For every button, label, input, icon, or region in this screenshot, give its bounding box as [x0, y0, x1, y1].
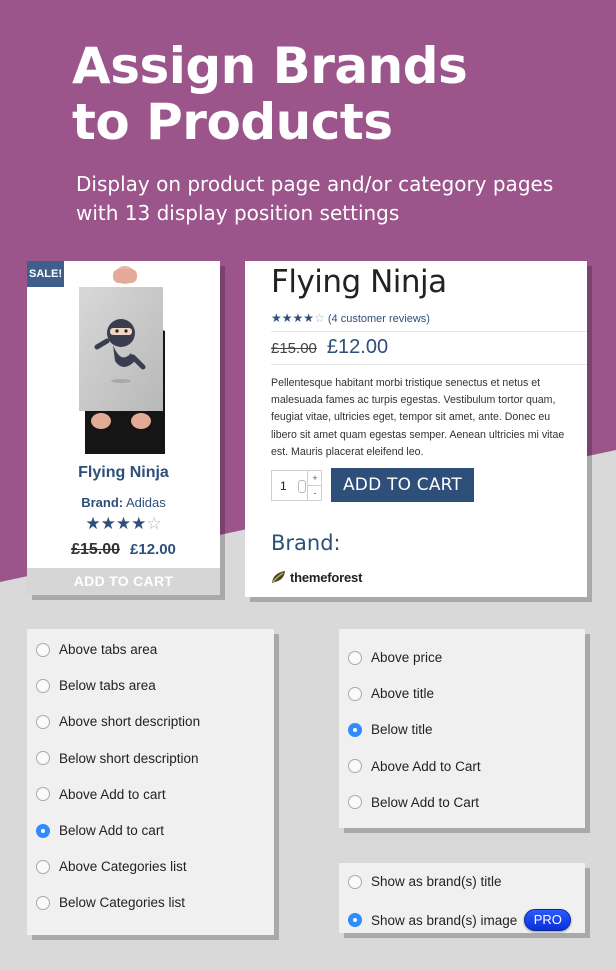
- brand-logo-text: themeforest: [290, 569, 363, 585]
- radio-option[interactable]: Below Categories list: [36, 895, 185, 910]
- brand-logo[interactable]: themeforest: [271, 568, 362, 586]
- sale-price: £12.00: [130, 541, 176, 558]
- star-filled-icon: ★: [131, 514, 147, 533]
- hero-title-line-1: Assign Brands: [72, 37, 468, 95]
- radio-unchecked[interactable]: [36, 895, 50, 910]
- radio-unchecked[interactable]: [36, 678, 50, 693]
- star-filled-icon: ★: [292, 311, 304, 325]
- radio-label[interactable]: Above price: [371, 650, 442, 665]
- radio-label[interactable]: Below Add to cart: [59, 823, 164, 838]
- radio-unchecked[interactable]: [36, 787, 50, 802]
- radio-option[interactable]: Above title: [348, 686, 434, 701]
- radio-unchecked[interactable]: [36, 714, 50, 729]
- product-title: Flying Ninja: [271, 264, 447, 300]
- radio-option[interactable]: Above Add to Cart: [348, 759, 481, 774]
- add-to-cart-button[interactable]: ADD TO CART: [27, 568, 220, 595]
- product-brand: Brand: Adidas: [27, 495, 220, 510]
- radio-unchecked[interactable]: [36, 859, 50, 874]
- radio-label[interactable]: Above Add to Cart: [371, 759, 481, 774]
- radio-option[interactable]: Above price: [348, 650, 442, 665]
- loop-position-panel: Above price Above title Below title Above A…: [339, 629, 585, 828]
- radio-unchecked[interactable]: [348, 874, 362, 889]
- add-to-cart-button[interactable]: ADD TO CART: [331, 468, 474, 502]
- star-rating: ★★★★☆: [271, 311, 325, 325]
- radio-option[interactable]: Show as brand(s) image PRO: [348, 909, 572, 931]
- product-price: £15.00 £12.00: [27, 541, 220, 559]
- radio-unchecked[interactable]: [348, 759, 362, 774]
- divider: [271, 331, 587, 332]
- hero-title-line-2: to Products: [72, 93, 393, 151]
- reviews-link[interactable]: (4 customer reviews): [328, 313, 430, 325]
- radio-label[interactable]: Above tabs area: [59, 642, 157, 657]
- radio-label[interactable]: Above title: [371, 686, 434, 701]
- shop-product-card[interactable]: SALE! Flying Ninja Brand: Adidas ★★★★☆ £…: [27, 261, 220, 595]
- radio-option[interactable]: Above tabs area: [36, 642, 157, 657]
- hero-subtitle: Display on product page and/or category …: [76, 170, 553, 228]
- hero-subtitle-line-1: Display on product page and/or category …: [76, 172, 554, 196]
- radio-label[interactable]: Above Add to cart: [59, 787, 166, 802]
- radio-label[interactable]: Above Categories list: [59, 859, 187, 874]
- radio-label[interactable]: Above short description: [59, 714, 200, 729]
- product-rating: ★★★★☆ (4 customer reviews): [271, 311, 430, 326]
- radio-unchecked[interactable]: [348, 686, 362, 701]
- sale-badge: SALE!: [27, 261, 64, 287]
- radio-label[interactable]: Below tabs area: [59, 678, 156, 693]
- radio-option[interactable]: Below tabs area: [36, 678, 156, 693]
- radio-label[interactable]: Show as brand(s) image: [371, 913, 517, 928]
- pro-badge: PRO: [524, 909, 572, 931]
- display-position-panel: Above tabs area Below tabs area Above shor…: [27, 629, 274, 935]
- brand-label: Brand:: [81, 495, 124, 510]
- hero-title: Assign Brands to Products: [72, 37, 468, 151]
- single-product-card: Flying Ninja ★★★★☆ (4 customer reviews) …: [245, 261, 587, 597]
- star-filled-icon: ★: [85, 514, 101, 533]
- radio-option[interactable]: Above Categories list: [36, 859, 187, 874]
- star-filled-icon: ★: [303, 311, 315, 325]
- old-price: £15.00: [71, 541, 121, 558]
- short-description: Pellentesque habitant morbi tristique se…: [271, 377, 565, 458]
- radio-unchecked[interactable]: [348, 795, 362, 810]
- sale-price: £12.00: [326, 336, 389, 358]
- divider: [271, 364, 587, 365]
- radio-label[interactable]: Below title: [371, 722, 433, 737]
- star-filled-icon: ★: [281, 311, 293, 325]
- radio-option[interactable]: Below title: [348, 722, 433, 737]
- radio-label[interactable]: Below short description: [59, 751, 199, 766]
- star-empty-icon: ☆: [314, 311, 325, 325]
- star-filled-icon: ★: [271, 311, 282, 325]
- product-image[interactable]: [27, 261, 220, 454]
- radio-unchecked[interactable]: [348, 650, 362, 665]
- quantity-stepper[interactable]: 1 + -: [271, 470, 322, 501]
- radio-checked[interactable]: [36, 823, 50, 838]
- radio-checked[interactable]: [348, 722, 362, 737]
- hero-subtitle-line-2: with 13 display position settings: [76, 201, 400, 225]
- star-empty-icon: ☆: [146, 514, 162, 533]
- radio-option[interactable]: Show as brand(s) title: [348, 874, 502, 889]
- radio-label[interactable]: Show as brand(s) title: [371, 874, 502, 889]
- quantity-decrease-button[interactable]: -: [307, 486, 322, 501]
- brand-heading: Brand:: [271, 531, 341, 555]
- radio-checked[interactable]: [348, 913, 362, 927]
- radio-option[interactable]: Above Add to cart: [36, 787, 166, 802]
- quantity-increase-button[interactable]: +: [307, 471, 322, 486]
- themeforest-leaf-icon: [272, 571, 285, 583]
- brand-display-type-panel: Show as brand(s) title Show as brand(s) i…: [339, 863, 585, 933]
- star-filled-icon: ★: [100, 514, 116, 533]
- product-name[interactable]: Flying Ninja: [27, 464, 220, 482]
- product-price: £15.00 £12.00: [271, 336, 388, 359]
- radio-option[interactable]: Below short description: [36, 751, 199, 766]
- quantity-value[interactable]: 1: [280, 479, 287, 493]
- radio-option[interactable]: Below Add to cart: [36, 823, 164, 838]
- radio-unchecked[interactable]: [36, 751, 50, 766]
- spinner-icon: [298, 480, 306, 493]
- radio-label[interactable]: Below Add to Cart: [371, 795, 479, 810]
- star-rating: ★★★★☆: [27, 515, 220, 533]
- radio-option[interactable]: Above short description: [36, 714, 200, 729]
- star-filled-icon: ★: [115, 514, 132, 533]
- radio-label[interactable]: Below Categories list: [59, 895, 185, 910]
- brand-value[interactable]: Adidas: [126, 495, 166, 510]
- old-price: £15.00: [271, 340, 317, 357]
- radio-unchecked[interactable]: [36, 642, 50, 657]
- radio-option[interactable]: Below Add to Cart: [348, 795, 479, 810]
